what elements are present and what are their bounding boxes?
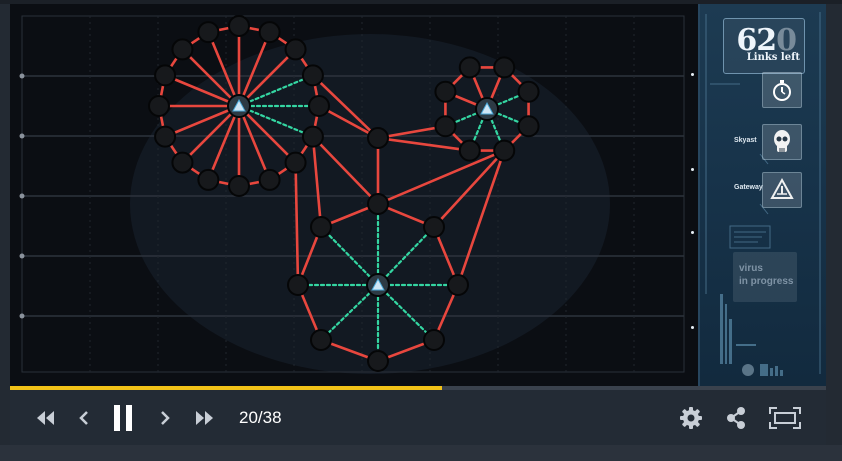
network-node: [171, 38, 194, 61]
skull-icon: [774, 130, 790, 152]
network-node: [423, 216, 445, 238]
network-node: [447, 274, 469, 296]
grid-anchor: [19, 253, 25, 259]
grid-anchor: [19, 193, 25, 199]
previous-button[interactable]: [72, 390, 96, 445]
network-node: [434, 80, 457, 103]
settings-button[interactable]: [676, 390, 706, 445]
chevron-left-icon: [79, 410, 88, 425]
network-node: [367, 127, 389, 149]
network-node: [284, 151, 307, 174]
share-button[interactable]: [721, 390, 751, 445]
virus-status-panel: virus in progress: [733, 252, 797, 302]
double-chevron-left-icon: [37, 410, 54, 425]
rewind-button[interactable]: [30, 390, 60, 445]
gateway-button[interactable]: [762, 172, 802, 208]
grid-anchor: [19, 73, 25, 79]
double-chevron-right-icon: [196, 410, 213, 425]
network-node: [284, 38, 307, 61]
pause-button[interactable]: [108, 390, 138, 445]
virus-status-line1: virus: [739, 263, 763, 274]
network-node: [197, 168, 220, 191]
network-node: [517, 80, 540, 103]
tool-label-gateway: Gateway: [734, 184, 763, 191]
edge-marker: [691, 326, 694, 329]
network-node: [310, 329, 332, 351]
skull-button[interactable]: [762, 124, 802, 160]
network-node: [310, 216, 332, 238]
network-node: [308, 95, 330, 117]
grid-anchor: [19, 133, 25, 139]
control-bar: 20/38: [10, 390, 826, 445]
links-left-label: Links left: [746, 52, 800, 63]
network-node: [258, 21, 281, 44]
stopwatch-icon: [773, 80, 791, 101]
network-node: [493, 56, 516, 79]
stopwatch-button[interactable]: [762, 72, 802, 108]
network-node: [458, 139, 481, 162]
network-node: [154, 64, 177, 87]
network-node: [517, 115, 540, 138]
network-node: [287, 274, 309, 296]
network-node: [301, 125, 324, 148]
edge-marker: [691, 73, 694, 76]
network-node: [171, 151, 194, 174]
network-node: [458, 56, 481, 79]
grid-anchor: [19, 313, 25, 319]
network-node: [154, 125, 177, 148]
virus-status-line2: in progress: [739, 276, 794, 287]
network-node: [148, 95, 170, 117]
slide-counter: 20/38: [239, 408, 282, 427]
network-node: [367, 350, 389, 372]
pause-icon: [114, 404, 132, 431]
gateway-icon: [770, 177, 794, 199]
network-node: [367, 193, 389, 215]
fullscreen-button[interactable]: [767, 390, 803, 445]
network-node: [301, 64, 324, 87]
next-button[interactable]: [153, 390, 177, 445]
edge-marker: [691, 168, 694, 171]
network-node: [493, 139, 516, 162]
network-node: [228, 15, 250, 37]
network-board: [10, 4, 698, 386]
fast-forward-button[interactable]: [190, 390, 220, 445]
fullscreen-icon: [769, 406, 801, 429]
network-node: [423, 329, 445, 351]
chevron-right-icon: [161, 410, 170, 425]
gear-icon: [680, 406, 702, 429]
network-node: [434, 115, 457, 138]
game-viewport[interactable]: 620 Links left Skyast Gateway virus in p…: [10, 4, 826, 386]
edge-marker: [691, 231, 694, 234]
network-node: [228, 175, 250, 197]
page-footer-strip: [0, 445, 842, 461]
network-node: [258, 168, 281, 191]
links-left-counter: 620 Links left: [723, 18, 805, 74]
share-icon: [727, 406, 745, 429]
hud-panel: 620 Links left Skyast Gateway virus in p…: [698, 4, 826, 386]
tool-label-skyast: Skyast: [734, 137, 757, 144]
network-node: [197, 21, 220, 44]
video-player: 620 Links left Skyast Gateway virus in p…: [10, 4, 826, 445]
